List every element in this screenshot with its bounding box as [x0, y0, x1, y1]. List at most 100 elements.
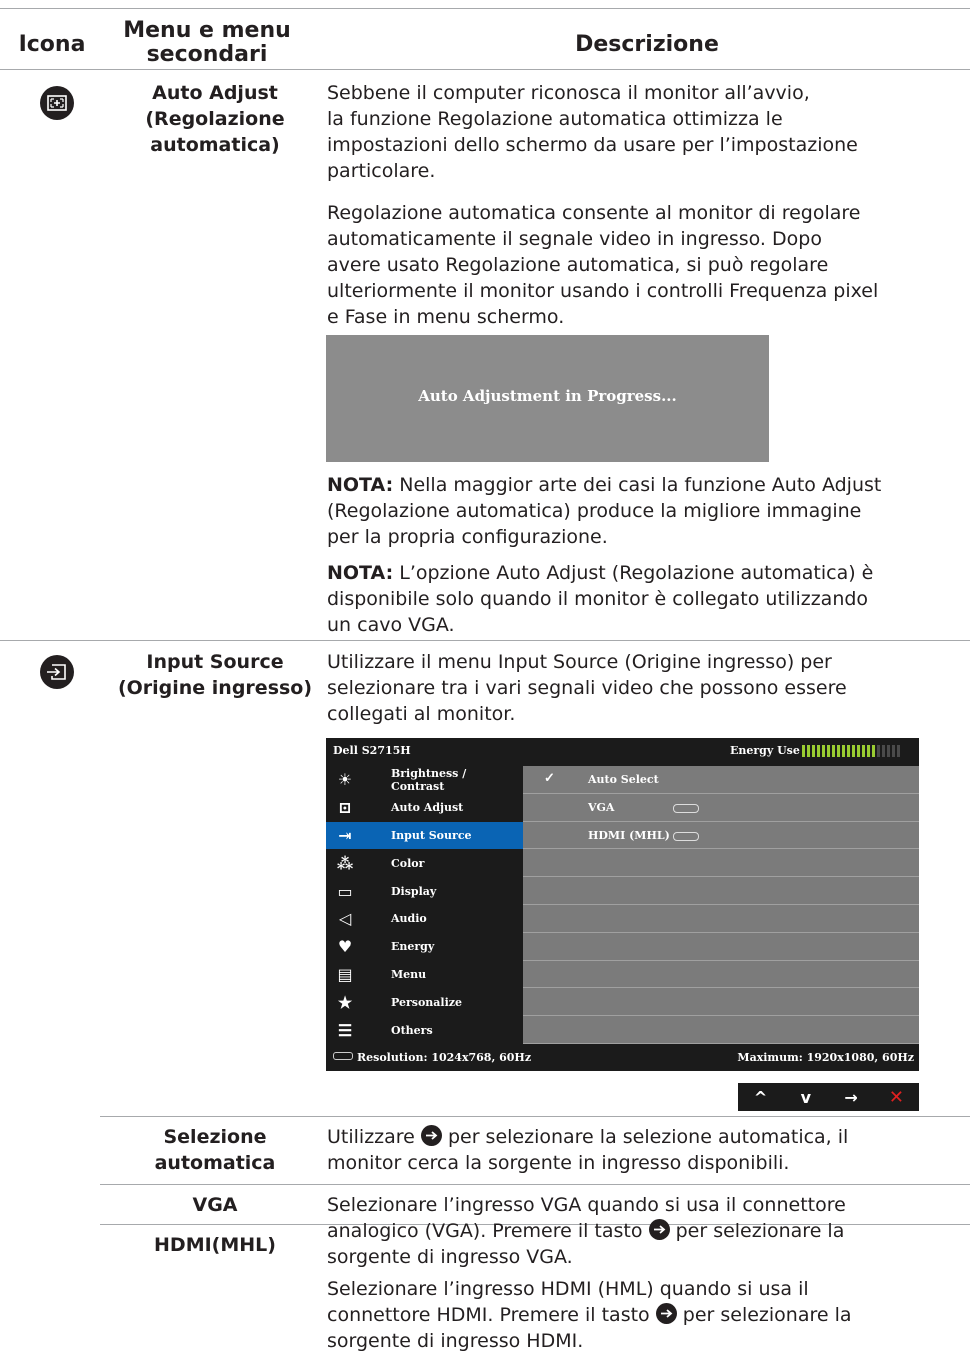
energy-meter-segment [837, 745, 840, 757]
row-rule-3 [100, 1184, 970, 1185]
osd-menu-item[interactable]: ☰ Others [326, 1016, 523, 1044]
osd-option-label: HDMI (MHL) [588, 828, 670, 842]
osd-option-label: Auto Select [588, 773, 659, 786]
osd-menu-item-label: Menu [391, 967, 427, 981]
hdmi-description: Selezionare l’ingresso HDMI (HML) quando… [327, 1278, 852, 1352]
osd-empty-row [523, 961, 919, 989]
check-icon: ✓ [544, 771, 555, 786]
osd-menu-item-label: Auto Adjust [391, 801, 464, 815]
enter-arrow-icon [420, 1125, 442, 1146]
osd-empty-row [523, 988, 919, 1017]
input-source-description: Utilizzare il menu Input Source (Origine… [327, 651, 847, 725]
row-rule-1 [0, 640, 970, 641]
energy-meter-segment [857, 745, 860, 757]
brightness-icon: ☀ [337, 770, 353, 790]
star-icon: ★ [337, 992, 353, 1012]
energy-meter-segment [867, 745, 870, 757]
osd-empty-row [523, 1016, 919, 1044]
osd-menu-item-label: Energy [391, 940, 435, 954]
osd-empty-row [523, 849, 919, 878]
note-1: NOTA: Nella maggior arte dei casi la fun… [327, 474, 882, 548]
color-dots-icon: ⁂ [336, 853, 354, 873]
input-source-icon [40, 655, 74, 689]
auto-adjust-progress-screen: Auto Adjustment in Progress... [326, 335, 769, 462]
speaker-icon: ◁ [338, 909, 352, 929]
osd-energy-meter [802, 745, 900, 757]
energy-meter-segment [897, 745, 900, 757]
energy-meter-segment [827, 745, 830, 757]
display-rect-icon: ▭ [337, 881, 353, 901]
osd-empty-row [523, 905, 919, 933]
auto-adjust-explanation: Regolazione automatica consente al monit… [327, 202, 879, 328]
vga-connector-icon [333, 1052, 353, 1060]
energy-meter-segment [872, 745, 875, 757]
energy-meter-segment [862, 745, 865, 757]
osd-empty-row [523, 933, 919, 961]
osd-footer: Resolution: 1024x768, 60Hz Maximum: 1920… [326, 1044, 919, 1071]
menu-name-auto-select: Selezione automatica [154, 1126, 276, 1174]
energy-meter-segment [812, 745, 815, 757]
header-rule [0, 69, 970, 70]
hdmi-connector-icon [673, 831, 699, 841]
osd-option-row[interactable]: VGA [523, 794, 919, 822]
table-top-rule [0, 8, 970, 9]
osd-menu-item[interactable]: ☀ Brightness / Contrast [326, 766, 523, 794]
energy-meter-segment [832, 745, 835, 757]
enter-arrow-icon [648, 1219, 670, 1240]
auto-adjust-icon: ⊡ [338, 798, 352, 818]
osd-menu-item-label: Color [391, 856, 425, 870]
osd-option-row[interactable]: HDMI (MHL) [523, 822, 919, 850]
osd-option-row[interactable]: ✓ Auto Select [523, 766, 919, 794]
energy-meter-segment [892, 745, 895, 757]
osd-menu-item[interactable]: ⇥ Input Source [326, 821, 523, 850]
osd-menu-item-label: Display [391, 884, 437, 898]
osd-energy-label: Energy Use [730, 744, 800, 757]
auto-select-description: Utilizzare per selezionare la selezione … [327, 1125, 849, 1174]
energy-meter-segment [817, 745, 820, 757]
input-source-icon: ⇥ [338, 825, 352, 845]
osd-submenu: ✓ Auto Select VGA HDMI (MHL) [523, 766, 919, 1044]
osd-option-label: VGA [588, 800, 615, 814]
osd-model-title: Dell S2715H [333, 744, 411, 757]
nav-exit-icon[interactable]: ✕ [881, 1087, 911, 1108]
osd-menu-item[interactable]: ▭ Display [326, 877, 523, 905]
osd-resolution: Resolution: 1024x768, 60Hz [333, 1051, 531, 1064]
osd-menu-item-label: Brightness / Contrast [390, 766, 467, 793]
menu-name-vga: VGA [192, 1194, 238, 1216]
energy-meter-segment [802, 745, 805, 757]
osd-menu-item-label: Audio [391, 912, 427, 926]
energy-meter-segment [822, 745, 825, 757]
osd-menu-item[interactable]: ▤ Menu [326, 961, 523, 989]
osd-menu-item-label: Personalize [391, 995, 463, 1009]
column-header-menu: Menu e menu secondari [123, 18, 291, 67]
energy-meter-segment [842, 745, 845, 757]
energy-meter-segment [852, 745, 855, 757]
auto-adjust-description: Sebbene il computer riconosca il monitor… [327, 82, 858, 182]
note-2: NOTA: L’opzione Auto Adjust (Regolazione… [327, 562, 874, 636]
osd-menu-item[interactable]: ⁂ Color [326, 849, 523, 877]
osd-menu-item-label: Others [391, 1023, 433, 1037]
osd-menu-screenshot: Dell S2715H Energy Use ☀ Brightness / Con… [326, 738, 919, 1071]
osd-menu-item[interactable]: ⊡ Auto Adjust [326, 794, 523, 822]
auto-adjust-progress-text: Auto Adjustment in Progress... [418, 387, 677, 405]
column-header-icon: Icona [18, 32, 86, 57]
osd-main-menu: ☀ Brightness / Contrast ⊡ Auto Adjust ⇥ Input… [326, 766, 523, 1044]
nav-up-icon[interactable]: ^ [746, 1088, 776, 1107]
sliders-icon: ☰ [337, 1020, 353, 1040]
auto-adjust-icon [40, 86, 74, 120]
osd-menu-item[interactable]: ◁ Audio [326, 905, 523, 933]
osd-menu-item[interactable]: ★ Personalize [326, 988, 523, 1016]
osd-menu-item[interactable]: ♥ Energy [326, 933, 523, 961]
energy-meter-segment [847, 745, 850, 757]
nav-enter-icon[interactable]: → [836, 1088, 866, 1107]
nav-down-icon[interactable]: v [791, 1088, 821, 1107]
osd-maximum: Maximum: 1920x1080, 60Hz [737, 1051, 914, 1064]
osd-menu-item-label: Input Source [391, 828, 472, 842]
column-header-description: Descrizione [575, 32, 719, 57]
vga-connector-icon [673, 803, 699, 813]
osd-empty-row [523, 877, 919, 905]
menu-name-hdmi: HDMI(MHL) [154, 1234, 276, 1256]
vga-description: Selezionare l’ingresso VGA quando si usa… [327, 1194, 846, 1268]
menu-name-input-source: Input Source (Origine ingresso) [117, 651, 313, 699]
energy-meter-segment [877, 745, 880, 757]
